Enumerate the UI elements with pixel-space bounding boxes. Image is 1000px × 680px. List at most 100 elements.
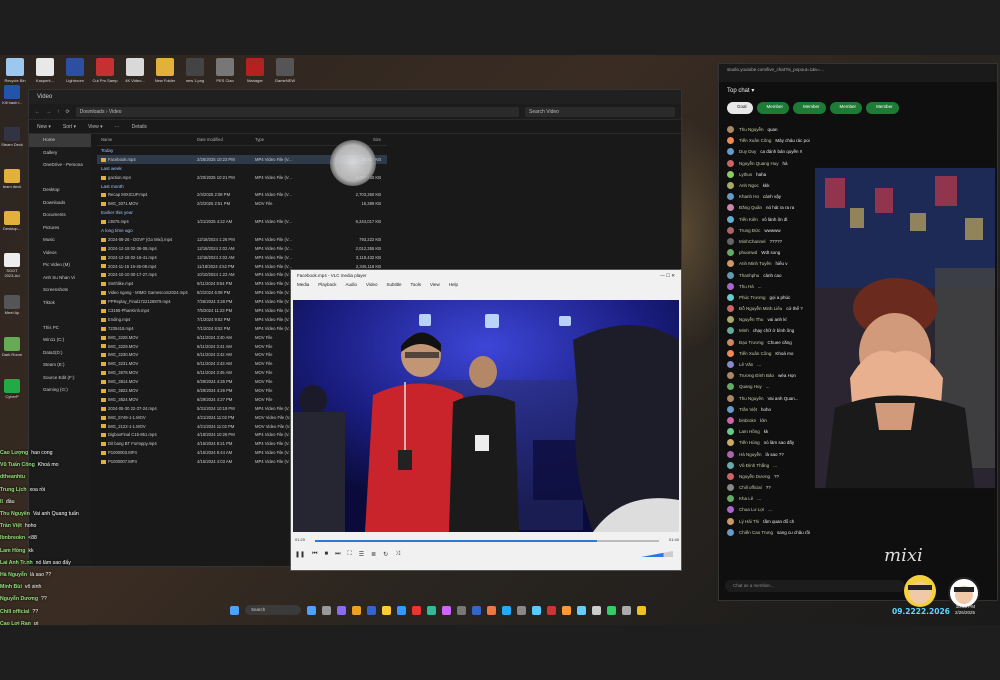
nav-item[interactable]: This PC <box>29 322 91 335</box>
vlc-menu-item[interactable]: Tools <box>411 282 422 289</box>
desktop-icon[interactable]: Lightroom <box>62 58 88 83</box>
file-row[interactable]: 2024-12-18 02-36-08.mp4 12/18/2024 2:02 A… <box>97 244 387 253</box>
taskbar-app-icon[interactable] <box>352 605 361 615</box>
taskbar-app-icon[interactable] <box>517 605 526 615</box>
taskbar-app-icon[interactable] <box>547 605 556 615</box>
avatar[interactable] <box>727 506 734 514</box>
nav-item[interactable] <box>29 172 91 185</box>
taskbar-app-icon[interactable] <box>322 605 331 615</box>
vlc-menu-item[interactable]: View <box>430 282 440 289</box>
vlc-menu-item[interactable]: Media <box>297 282 309 289</box>
avatar[interactable] <box>727 361 734 369</box>
chat-chip[interactable]: Member <box>756 102 790 114</box>
desktop-icon[interactable]: SGGT 2023-Ad <box>1 253 23 278</box>
avatar[interactable] <box>727 338 734 346</box>
avatar[interactable] <box>727 282 734 290</box>
avatar[interactable] <box>727 394 734 402</box>
chat-author[interactable]: Chiến Cao Trung <box>739 530 773 535</box>
avatar[interactable] <box>727 170 734 178</box>
avatar[interactable] <box>727 450 734 458</box>
vlc-seekbar[interactable]: 01:20 01:40 <box>295 537 679 543</box>
forward-icon[interactable]: → <box>46 109 51 115</box>
desktop-icon[interactable]: new 1.png <box>182 58 208 83</box>
avatar[interactable] <box>727 517 734 525</box>
prev-icon[interactable]: ⏮ <box>312 551 317 558</box>
chat-author[interactable]: Thu Hà <box>739 284 754 289</box>
avatar[interactable] <box>727 137 734 145</box>
col-type[interactable]: Type <box>255 137 305 142</box>
avatar[interactable] <box>727 148 734 156</box>
chat-author[interactable]: Khanh Ho <box>739 194 759 199</box>
chat-author[interactable]: Phúc Trương <box>739 295 765 300</box>
chat-author[interactable]: Lý Hải Thi <box>739 519 759 524</box>
chat-author[interactable]: Chill official <box>739 485 762 490</box>
desktop-icon[interactable]: Kill hash t.. <box>1 85 23 105</box>
address-path[interactable]: Downloads › Video <box>75 106 519 117</box>
taskbar-app-icon[interactable] <box>307 605 316 615</box>
toolbar-button[interactable]: Sort ▾ <box>63 124 76 130</box>
nav-item[interactable]: Music <box>29 234 91 247</box>
nav-item[interactable]: Gallery <box>29 147 91 160</box>
avatar[interactable] <box>727 383 734 391</box>
chat-author[interactable]: Đăng Quân <box>739 205 762 210</box>
avatar[interactable] <box>727 349 734 357</box>
avatar[interactable] <box>727 439 734 447</box>
nav-item[interactable]: Win11 (C:) <box>29 334 91 347</box>
file-group-header[interactable]: Earlier this year <box>97 208 387 217</box>
nav-item[interactable]: Tiktok <box>29 297 91 310</box>
chat-chip[interactable]: Goal <box>727 102 753 114</box>
vlc-menu-item[interactable]: Subtitle <box>386 282 401 289</box>
toolbar-button[interactable]: ··· <box>115 124 120 130</box>
system-tray-clock[interactable]: 10:55 PM 2/26/2025 <box>955 604 975 616</box>
avatar[interactable] <box>727 237 734 245</box>
file-row[interactable]: 2024-12-18 02-16-41.mp4 12/18/2024 2:02 A… <box>97 253 387 262</box>
chat-author[interactable]: Trương Đình Bảo <box>739 373 774 378</box>
avatar[interactable] <box>727 182 734 190</box>
chat-author[interactable]: Hà Nguyễn <box>739 452 762 457</box>
start-icon[interactable] <box>230 605 239 615</box>
vlc-menu-item[interactable]: Video <box>366 282 377 289</box>
chat-author[interactable]: Thanhphu <box>739 273 759 278</box>
nav-item[interactable]: Downloads <box>29 197 91 210</box>
taskbar-app-icon[interactable] <box>637 605 646 615</box>
nav-item[interactable]: Desktop <box>29 184 91 197</box>
chat-author[interactable]: Nguyễn Dương <box>739 474 770 479</box>
file-group-header[interactable]: A long time ago <box>97 226 387 235</box>
toolbar-button[interactable]: New ▾ <box>37 124 51 130</box>
chat-header[interactable]: Top chat ▾ <box>719 82 997 100</box>
avatar[interactable] <box>727 495 734 503</box>
nav-item[interactable]: OneDrive - Persona <box>29 159 91 172</box>
chat-author[interactable]: Lam Hồng <box>739 429 760 434</box>
chat-author[interactable]: binbrokn <box>739 418 756 423</box>
avatar[interactable] <box>727 428 734 436</box>
avatar[interactable] <box>727 528 734 536</box>
vlc-menu-item[interactable]: Help <box>449 282 458 289</box>
avatar[interactable] <box>727 416 734 424</box>
chat-author[interactable]: Trung Đức <box>739 228 760 233</box>
chat-author[interactable]: Kha Lê <box>739 496 753 501</box>
chat-author[interactable]: Lythus <box>739 172 752 177</box>
nav-item[interactable]: Videos <box>29 247 91 260</box>
taskbar-app-icon[interactable] <box>412 605 421 615</box>
file-row[interactable]: IMG_3071.MOV 2/2/2025 2:51 PM MOV File 16,3… <box>97 199 387 208</box>
chat-author[interactable]: Lê Văn <box>739 362 753 367</box>
avatar[interactable] <box>727 293 734 301</box>
chat-author[interactable]: Thu Nguyên <box>739 396 764 401</box>
refresh-icon[interactable]: ⟳ <box>66 109 70 115</box>
avatar[interactable] <box>727 226 734 234</box>
desktop-icon[interactable]: GameNEW <box>272 58 298 83</box>
desktop-icon[interactable]: Meet Ap <box>1 295 23 315</box>
avatar[interactable] <box>727 472 734 480</box>
taskbar-app-icon[interactable] <box>382 605 391 615</box>
desktop-icon[interactable]: Manager <box>242 58 268 83</box>
chat-author[interactable]: Anh Ngoc <box>739 183 759 188</box>
avatar[interactable] <box>727 327 734 335</box>
chat-author[interactable]: phuonwd <box>739 250 757 255</box>
taskbar-app-icon[interactable] <box>487 605 496 615</box>
explorer-tab-title[interactable]: Video <box>29 90 681 104</box>
taskbar-app-icon[interactable] <box>367 605 376 615</box>
chat-url-bar[interactable]: studio.youtube.com/live_chat?is_popout=1… <box>719 64 997 82</box>
chat-author[interactable]: Tiến Hùng <box>739 440 760 445</box>
nav-item[interactable]: Pic Video (M) <box>29 259 91 272</box>
file-row[interactable]: 2024-08-26 - DGVF (Go Mixi).mp4 12/18/202… <box>97 235 387 244</box>
